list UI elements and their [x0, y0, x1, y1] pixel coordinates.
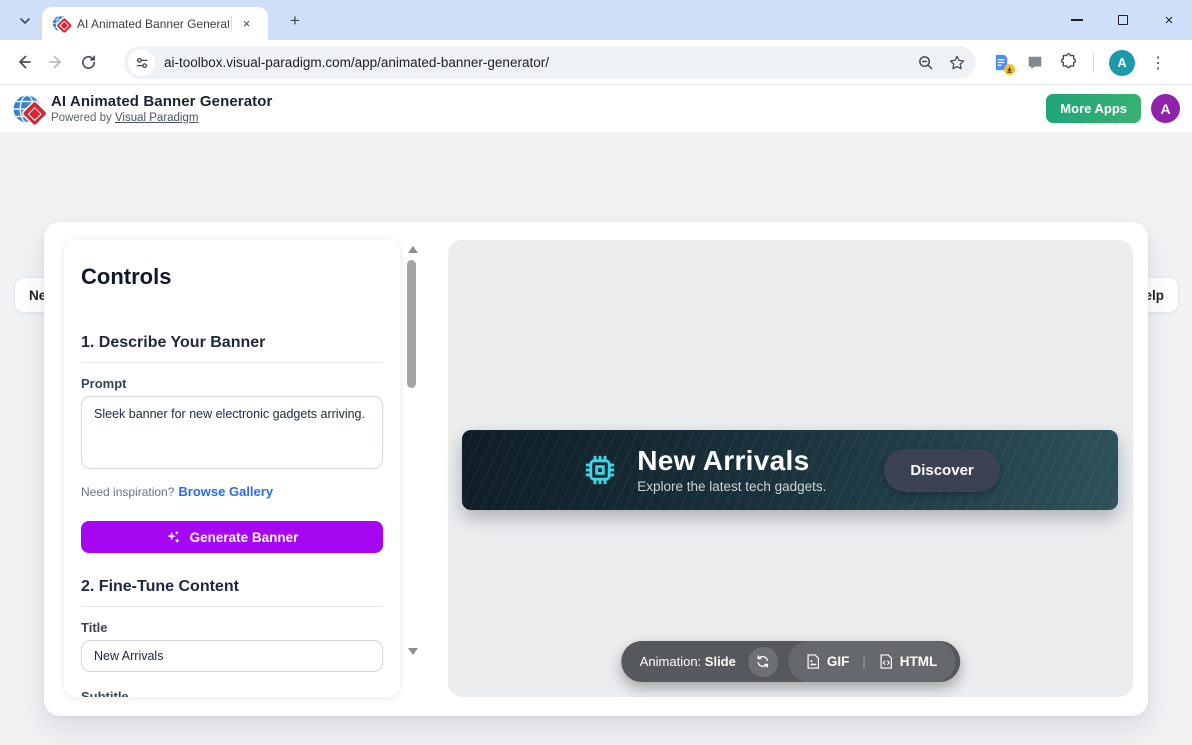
forward-arrow-icon — [47, 53, 65, 71]
back-arrow-icon — [15, 53, 33, 71]
browser-toolbar: ai-toolbox.visual-paradigm.com/app/anima… — [0, 40, 1192, 85]
app-user-avatar[interactable]: A — [1151, 94, 1180, 123]
reload-button[interactable] — [72, 46, 104, 78]
gif-label: GIF — [827, 654, 850, 669]
url-text[interactable]: ai-toolbox.visual-paradigm.com/app/anima… — [164, 55, 917, 70]
window-maximize-button[interactable] — [1100, 0, 1146, 40]
sparkles-icon — [166, 530, 181, 545]
extensions-puzzle-icon[interactable] — [1059, 53, 1078, 72]
preview-panel: New Arrivals Explore the latest tech gad… — [448, 240, 1133, 697]
section-fine-tune: 2. Fine-Tune Content — [81, 578, 239, 596]
feedback-bubble-icon[interactable] — [1026, 54, 1044, 72]
screen: AI Animated Banner Generator × + × ai-to… — [0, 0, 1192, 745]
forward-button[interactable] — [40, 46, 72, 78]
export-html-button[interactable]: HTML — [879, 654, 938, 669]
visual-paradigm-link[interactable]: Visual Paradigm — [115, 112, 199, 124]
pill-separator: | — [862, 654, 865, 669]
banner-title: New Arrivals — [637, 446, 826, 475]
site-settings-icon[interactable] — [128, 49, 155, 76]
title-label: Title — [81, 620, 108, 635]
prompt-textarea[interactable]: Sleek banner for new electronic gadgets … — [81, 396, 383, 469]
window-controls: × — [1054, 0, 1192, 40]
prompt-label: Prompt — [81, 376, 127, 391]
maximize-icon — [1118, 15, 1128, 25]
minimize-icon — [1071, 19, 1083, 20]
generate-banner-label: Generate Banner — [190, 530, 299, 545]
html-label: HTML — [900, 654, 938, 669]
tab-search-button[interactable] — [10, 9, 40, 32]
banner-preview: New Arrivals Explore the latest tech gad… — [462, 430, 1118, 510]
visual-paradigm-logo — [12, 94, 42, 124]
window-minimize-button[interactable] — [1054, 0, 1100, 40]
address-bar[interactable]: ai-toolbox.visual-paradigm.com/app/anima… — [124, 46, 976, 79]
scrollbar-thumb[interactable] — [407, 260, 416, 388]
tab-close-icon[interactable]: × — [238, 15, 255, 32]
window-close-button[interactable]: × — [1146, 0, 1192, 40]
download-badge-icon — [1004, 64, 1015, 75]
main-card: Controls 1. Describe Your Banner Prompt … — [44, 222, 1148, 716]
export-pill: GIF | HTML — [788, 641, 955, 682]
browser-profile-avatar[interactable]: A — [1109, 50, 1135, 76]
controls-panel: Controls 1. Describe Your Banner Prompt … — [64, 240, 400, 697]
scroll-up-arrow-icon[interactable] — [408, 246, 418, 253]
section-divider — [81, 606, 383, 607]
banner-subtitle: Explore the latest tech gadgets. — [637, 479, 826, 494]
bookmark-star-icon[interactable] — [948, 54, 966, 72]
browser-titlebar: AI Animated Banner Generator × + × — [0, 0, 1192, 40]
powered-by-prefix: Powered by — [51, 112, 112, 124]
reading-list-extension-icon[interactable] — [992, 53, 1011, 72]
tab-title: AI Animated Banner Generator — [77, 17, 229, 31]
tab-divider — [231, 16, 232, 32]
controls-heading: Controls — [81, 264, 171, 290]
more-apps-button[interactable]: More Apps — [1046, 94, 1141, 123]
app-title: AI Animated Banner Generator — [51, 93, 272, 110]
scroll-down-arrow-icon[interactable] — [408, 648, 418, 655]
refresh-icon — [755, 654, 770, 669]
animation-label: Animation: — [640, 654, 701, 669]
zoom-icon[interactable] — [917, 54, 934, 71]
discover-button[interactable]: Discover — [884, 449, 999, 492]
title-input[interactable] — [81, 640, 383, 672]
export-gif-button[interactable]: GIF — [806, 654, 850, 669]
replay-animation-button[interactable] — [748, 647, 778, 677]
browse-gallery-link[interactable]: Browse Gallery — [178, 484, 273, 499]
gif-file-icon — [806, 654, 820, 669]
generate-banner-button[interactable]: Generate Banner — [81, 521, 383, 553]
subtitle-label: Subtitle — [81, 689, 129, 697]
inspiration-row: Need inspiration? Browse Gallery — [81, 484, 273, 499]
animation-status: Animation: Slide — [640, 654, 736, 669]
inspiration-text: Need inspiration? — [81, 485, 174, 499]
powered-by: Powered by Visual Paradigm — [51, 112, 272, 124]
new-tab-button[interactable]: + — [282, 10, 308, 32]
toolbar-separator — [1093, 53, 1094, 73]
project-toolbar: New Load Save Import Export Hel — [0, 132, 1192, 190]
animation-bar: Animation: Slide GIF | HTML — [621, 641, 961, 682]
chevron-down-icon — [19, 15, 31, 27]
reload-icon — [80, 54, 97, 71]
favicon-visual-paradigm — [52, 15, 69, 32]
controls-scrollbar[interactable] — [406, 244, 419, 657]
section-divider — [81, 362, 383, 363]
close-icon: × — [1165, 13, 1174, 28]
html-file-icon — [879, 654, 893, 669]
app-header: AI Animated Banner Generator Powered by … — [0, 85, 1192, 132]
section-describe-banner: 1. Describe Your Banner — [81, 334, 265, 352]
browser-tab[interactable]: AI Animated Banner Generator × — [42, 7, 268, 40]
microchip-icon — [580, 450, 620, 490]
animation-value: Slide — [705, 654, 736, 669]
back-button[interactable] — [8, 46, 40, 78]
browser-menu-icon[interactable]: ⋮ — [1150, 53, 1166, 73]
